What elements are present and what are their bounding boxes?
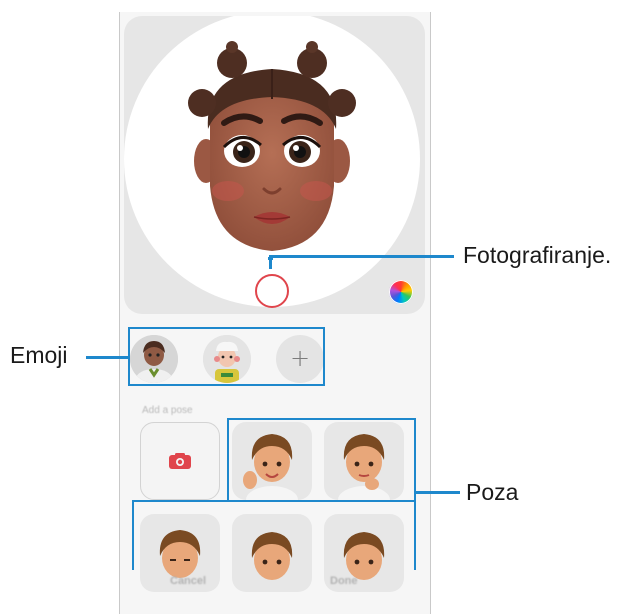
bottom-action-bar: Cancel Done: [120, 567, 430, 607]
section-title: Add a pose: [142, 405, 193, 416]
cancel-button[interactable]: Cancel: [170, 575, 206, 587]
avatar-face-image: [188, 41, 356, 251]
done-button[interactable]: Done: [330, 575, 358, 587]
pose-camera-button[interactable]: [140, 422, 220, 500]
avatar-preview-circle: [124, 16, 420, 307]
pose-callout-box-bottom: [132, 500, 416, 570]
color-palette-icon[interactable]: [389, 280, 413, 304]
capture-callout-line: [269, 255, 454, 258]
camera-icon: [169, 453, 191, 469]
pose-label: Poza: [466, 479, 519, 505]
pose-callout-line: [416, 491, 460, 494]
emoji-callout-line: [86, 356, 128, 359]
ar-emoji-preview: [124, 16, 425, 314]
emoji-callout-box: [128, 327, 325, 386]
shutter-button-icon[interactable]: [255, 274, 289, 308]
emoji-label: Emoji: [10, 342, 68, 368]
pose-callout-box-top: [227, 418, 416, 502]
capture-label: Fotografiranje.: [463, 242, 612, 268]
